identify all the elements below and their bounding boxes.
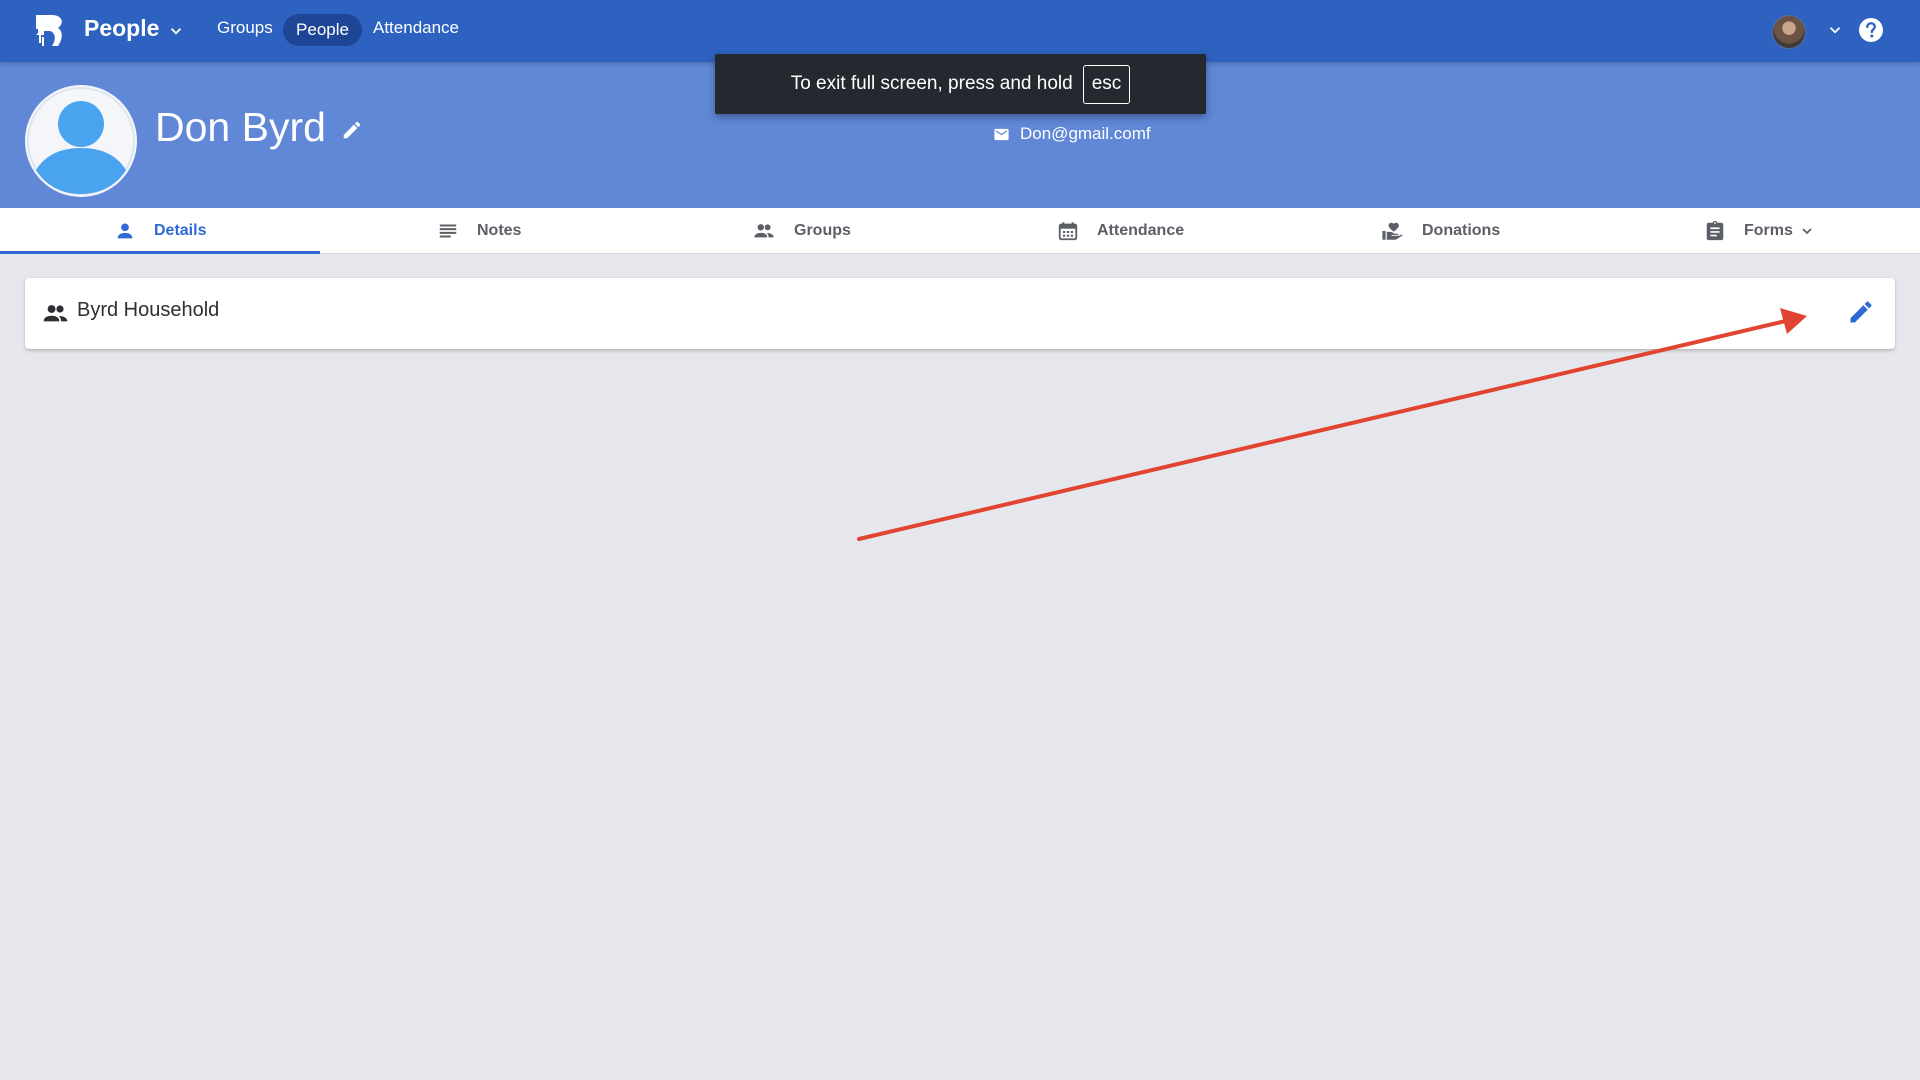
person-icon <box>117 223 133 239</box>
chevron-down-icon[interactable] <box>167 22 185 40</box>
user-avatar[interactable] <box>1772 15 1806 49</box>
tab-groups[interactable]: Groups <box>752 208 851 254</box>
b1-logo-icon[interactable] <box>32 13 70 47</box>
tab-label: Notes <box>477 222 522 239</box>
nav-link-groups[interactable]: Groups <box>217 18 273 38</box>
fullscreen-toast-message: To exit full screen, press and hold <box>790 73 1073 94</box>
app-title[interactable]: People <box>84 15 159 42</box>
profile-tab-bar: Details Notes Groups Attendance Donation… <box>0 208 1920 254</box>
pencil-icon[interactable] <box>341 119 363 141</box>
tab-label: Donations <box>1422 222 1501 239</box>
nav-link-people[interactable]: People <box>283 14 362 46</box>
people-icon <box>43 305 68 322</box>
envelope-icon <box>994 128 1009 141</box>
people-icon <box>754 224 774 238</box>
chevron-down-icon <box>1802 228 1812 235</box>
chevron-down-icon[interactable] <box>1826 21 1844 39</box>
tab-details[interactable]: Details <box>114 208 206 254</box>
household-title: Byrd Household <box>77 299 220 321</box>
household-edit-button[interactable] <box>1847 298 1875 326</box>
tab-donations[interactable]: Donations <box>1380 208 1500 254</box>
person-avatar-icon <box>25 85 137 197</box>
help-circle-icon[interactable] <box>1858 17 1884 43</box>
nav-link-attendance[interactable]: Attendance <box>373 18 459 38</box>
donation-hand-icon <box>1382 222 1403 240</box>
household-card: Byrd Household <box>25 278 1895 349</box>
tab-attendance[interactable]: Attendance <box>1057 208 1184 254</box>
profile-name: Don Byrd <box>155 104 326 150</box>
tab-label: Details <box>154 222 207 239</box>
clipboard-icon <box>1706 220 1724 241</box>
tab-label: Attendance <box>1097 222 1185 239</box>
tab-label: Groups <box>794 222 851 239</box>
calendar-icon <box>1058 222 1078 241</box>
tab-notes[interactable]: Notes <box>437 208 521 254</box>
profile-email[interactable]: Don@gmail.comf <box>1020 124 1151 144</box>
active-tab-indicator <box>0 251 320 254</box>
top-navigation-bar: People Groups People Attendance <box>0 0 1920 62</box>
notes-icon <box>439 224 457 238</box>
tab-label: Forms <box>1744 222 1793 239</box>
esc-key-badge: esc <box>1082 64 1131 104</box>
tab-forms[interactable]: Forms <box>1704 208 1815 254</box>
fullscreen-exit-toast: To exit full screen, press and hold esc <box>715 54 1206 114</box>
